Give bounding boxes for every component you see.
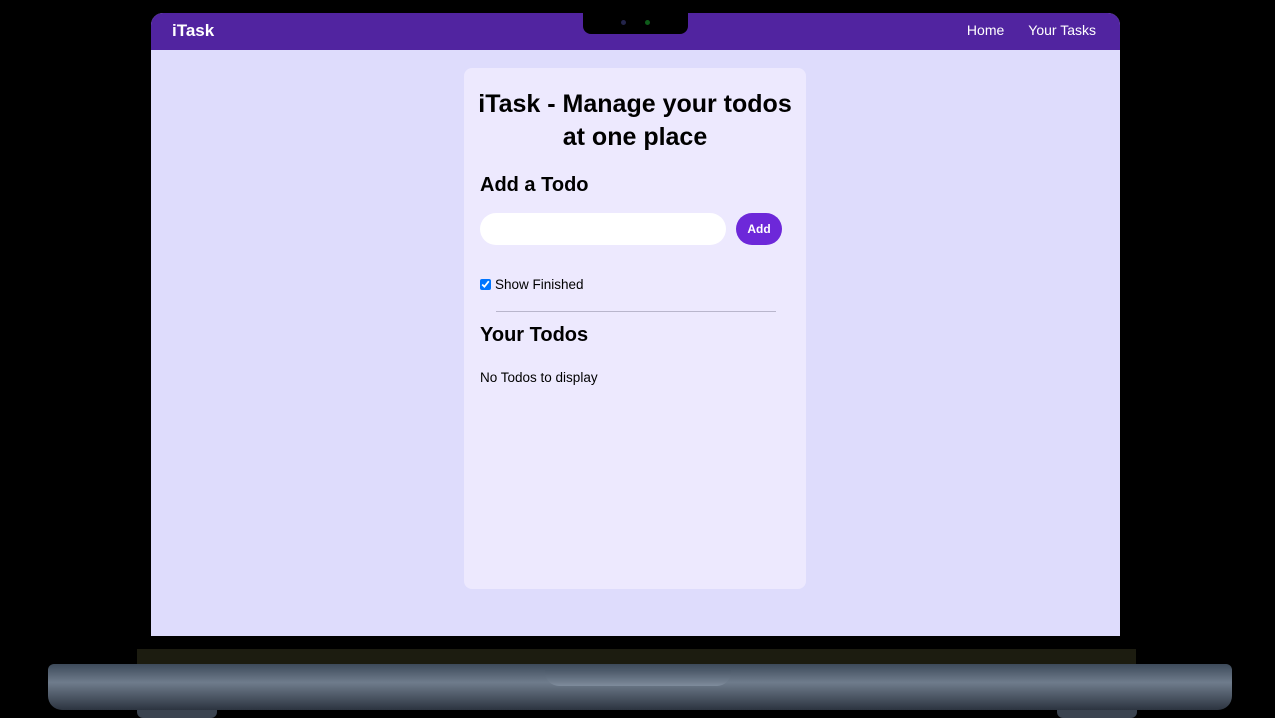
your-todos-heading: Your Todos <box>480 324 589 346</box>
page-title: iTask - Manage your todos at one place <box>478 90 792 151</box>
show-finished-row: Show Finished <box>480 277 584 292</box>
laptop-foot-right <box>1057 710 1137 718</box>
camera-light-icon <box>645 20 650 25</box>
brand-logo[interactable]: iTask <box>172 21 214 41</box>
nav-link-your-tasks[interactable]: Your Tasks <box>1028 22 1096 38</box>
nav-link-home[interactable]: Home <box>967 22 1004 38</box>
todo-input[interactable] <box>480 213 726 245</box>
camera-sensor-icon <box>621 20 626 25</box>
camera-notch <box>583 13 688 34</box>
add-todo-heading: Add a Todo <box>480 174 589 196</box>
todo-card: iTask - Manage your todos at one place A… <box>464 68 806 589</box>
show-finished-checkbox[interactable] <box>480 279 491 290</box>
nav-links: Home Your Tasks <box>967 22 1096 38</box>
laptop-base-notch <box>545 670 731 686</box>
show-finished-label[interactable]: Show Finished <box>495 277 584 292</box>
empty-todos-message: No Todos to display <box>480 370 598 385</box>
laptop-foot-left <box>137 710 217 718</box>
add-button[interactable]: Add <box>736 213 782 245</box>
divider <box>496 311 776 312</box>
app-screen: iTask Home Your Tasks iTask - Manage you… <box>151 13 1120 636</box>
